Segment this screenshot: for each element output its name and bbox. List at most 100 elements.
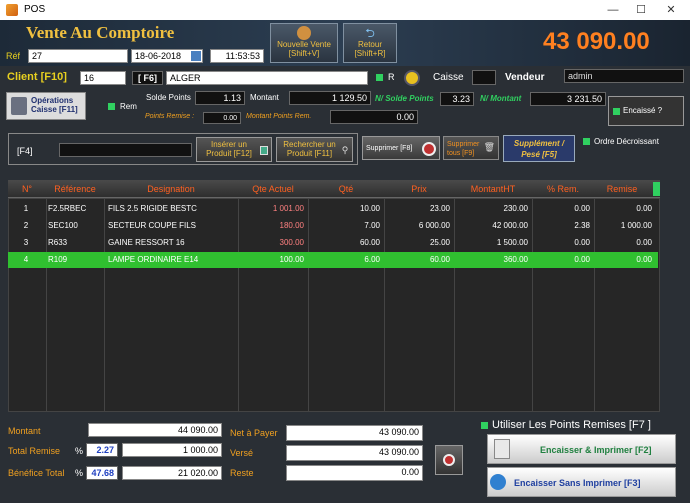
montant-points-rem-field: 0.00 (330, 110, 418, 124)
montant-points-field: 1 129.50 (289, 91, 371, 105)
table-cell: 0.00 (636, 204, 652, 213)
app-title: Vente Au Comptoire (26, 23, 175, 42)
supprimer-label: Supprimer [F8] (366, 145, 413, 152)
utiliser-points-checkbox[interactable] (481, 422, 488, 429)
table-cell: 2.38 (574, 221, 590, 230)
total-remise-field: 1 000.00 (122, 443, 222, 457)
ordre-decroissant-label: Ordre Décroissant (594, 137, 659, 146)
col-header-qte[interactable]: Qté (308, 180, 384, 198)
user-icon (297, 26, 311, 40)
table-cell: SECTEUR COUPE FILS (108, 221, 197, 230)
ordre-decroissant-checkbox[interactable] (583, 138, 590, 145)
operations-caisse-button[interactable]: Opérations Caisse [F11] (6, 92, 86, 120)
supprimer-tous-label: Supprimer tous [F9] (447, 141, 480, 157)
retour-shortcut: [Shift+R] (354, 49, 386, 58)
col-header-qte-actuel[interactable]: Qte Actuel (238, 180, 308, 198)
retour-button[interactable]: ⮌ Retour [Shift+R] (343, 23, 397, 63)
vendeur-field[interactable]: admin (564, 69, 684, 83)
rem-label: Rem (120, 102, 137, 111)
table-cell: 0.00 (636, 255, 652, 264)
col-header-montantht[interactable]: MontantHT (454, 180, 532, 198)
supplement-pese-button[interactable]: Supplément / Pesé [F5] (503, 135, 575, 162)
close-button[interactable]: ✕ (656, 2, 686, 18)
table-cell: 180.00 (279, 221, 304, 230)
search-icon: ⚲ (341, 145, 349, 155)
date-field[interactable]: 18-06-2018 (131, 49, 203, 63)
table-cell: 25.00 (429, 238, 450, 247)
encaisser-sans-imprimer-button[interactable]: Encaisser Sans Imprimer [F3] (487, 467, 676, 497)
client-code-field[interactable]: 16 (80, 71, 126, 85)
caisse-field[interactable] (472, 70, 496, 85)
insert-icon (260, 146, 268, 155)
encaisse-label: Encaissé ? (623, 106, 663, 115)
search-input[interactable] (59, 143, 192, 157)
reste-label: Reste (230, 468, 254, 478)
date-value: 18-06-2018 (135, 51, 182, 61)
caisse-label: Caisse (433, 72, 464, 83)
col-header-designation[interactable]: Designation (104, 180, 238, 198)
table-cell: 1 (23, 204, 29, 213)
inserer-label: Insérer un Produit [F12] (206, 140, 252, 158)
table-cell: 300.00 (279, 238, 304, 247)
n-montant-label: N/ Montant (480, 94, 522, 103)
rem-checkbox[interactable] (108, 103, 115, 110)
points-remise-label: Points Remise : (145, 113, 195, 120)
col-header-remise[interactable]: Remise (594, 180, 650, 198)
client-name-field[interactable]: ALGER (166, 71, 368, 85)
table-row[interactable]: 2 SEC100 SECTEUR COUPE FILS 180.00 7.00 6 000… (8, 218, 658, 234)
table-cell: R633 (48, 238, 68, 247)
encaisser-imprimer-button[interactable]: Encaisser & Imprimer [F2] (487, 434, 676, 464)
col-header-prix[interactable]: Prix (384, 180, 454, 198)
verse-label: Versé (230, 448, 254, 458)
back-arrow-icon: ⮌ (365, 26, 375, 40)
montant-points-rem-label: Montant Points Rem. (246, 113, 312, 120)
col-header-reference[interactable]: Référence (46, 180, 104, 198)
benefice-total-field: 21 020.00 (122, 466, 222, 480)
table-cell: FILS 2.5 RIGIDE BESTC (108, 204, 197, 213)
encaisser-sans-label: Encaisser Sans Imprimer [F3] (514, 478, 641, 488)
grid-scroll-thumb[interactable] (653, 182, 660, 196)
ref-field[interactable]: 27 (28, 49, 128, 63)
clear-button[interactable] (435, 445, 463, 475)
col-header-rem-pct[interactable]: % Rem. (532, 180, 594, 198)
coin-icon[interactable] (404, 70, 420, 86)
table-row[interactable]: 3 R633 GAINE RESSORT 16 300.00 60.00 25.00 1 5… (8, 235, 658, 251)
nouvelle-vente-shortcut: [Shift+V] (288, 49, 320, 58)
montant-label: Montant (8, 426, 41, 436)
r-checkbox[interactable] (376, 74, 383, 81)
rechercher-produit-button[interactable]: Rechercher un Produit [F11] ⚲ (276, 137, 353, 162)
points-remise-field[interactable]: 0.00 (203, 112, 241, 124)
solde-points-label: Solde Points (146, 93, 191, 102)
table-cell: 1 500.00 (496, 238, 528, 247)
calendar-icon[interactable] (191, 51, 201, 61)
table-cell: 100.00 (279, 255, 304, 264)
table-cell: 23.00 (429, 204, 450, 213)
supprimer-tous-button[interactable]: Supprimer tous [F9] 🗑 (443, 136, 499, 160)
maximize-button[interactable]: ☐ (626, 2, 656, 18)
receipt-icon (494, 439, 510, 459)
table-cell: SEC100 (48, 221, 78, 230)
col-header-num[interactable]: N° (8, 180, 46, 198)
n-solde-points-label: N/ Solde Points (375, 94, 434, 103)
ref-label: Réf (6, 51, 21, 61)
delete-icon (422, 142, 436, 156)
operations-caisse-label: Opérations Caisse [F11] (31, 96, 78, 114)
table-cell: 0.00 (574, 238, 590, 247)
f6-button[interactable]: [ F6] (132, 71, 163, 85)
inserer-produit-button[interactable]: Insérer un Produit [F12] (196, 137, 272, 162)
nouvelle-vente-button[interactable]: Nouvelle Vente [Shift+V] (270, 23, 338, 63)
table-cell: R109 (48, 255, 68, 264)
retour-label: Retour (357, 40, 382, 49)
supprimer-button[interactable]: Supprimer [F8] (362, 136, 440, 160)
total-remise-pct-field[interactable]: 2.27 (86, 443, 118, 457)
client-label: Client [F10] (7, 71, 67, 83)
minimize-button[interactable]: — (598, 2, 628, 18)
benefice-pct-field: 47.68 (86, 466, 118, 480)
r-label: R (388, 72, 395, 82)
verse-field[interactable]: 43 090.00 (286, 445, 423, 461)
table-cell: 6 000.00 (418, 221, 450, 230)
table-row[interactable]: 4 R109 LAMPE ORDINAIRE E14 100.00 6.00 60.00 3… (8, 252, 658, 268)
encaisse-toggle[interactable]: Encaissé ? (608, 96, 684, 126)
table-row[interactable]: 1 F2.5RBEC FILS 2.5 RIGIDE BESTC 1 001.00 10… (8, 201, 658, 217)
reste-field: 0.00 (286, 465, 423, 481)
